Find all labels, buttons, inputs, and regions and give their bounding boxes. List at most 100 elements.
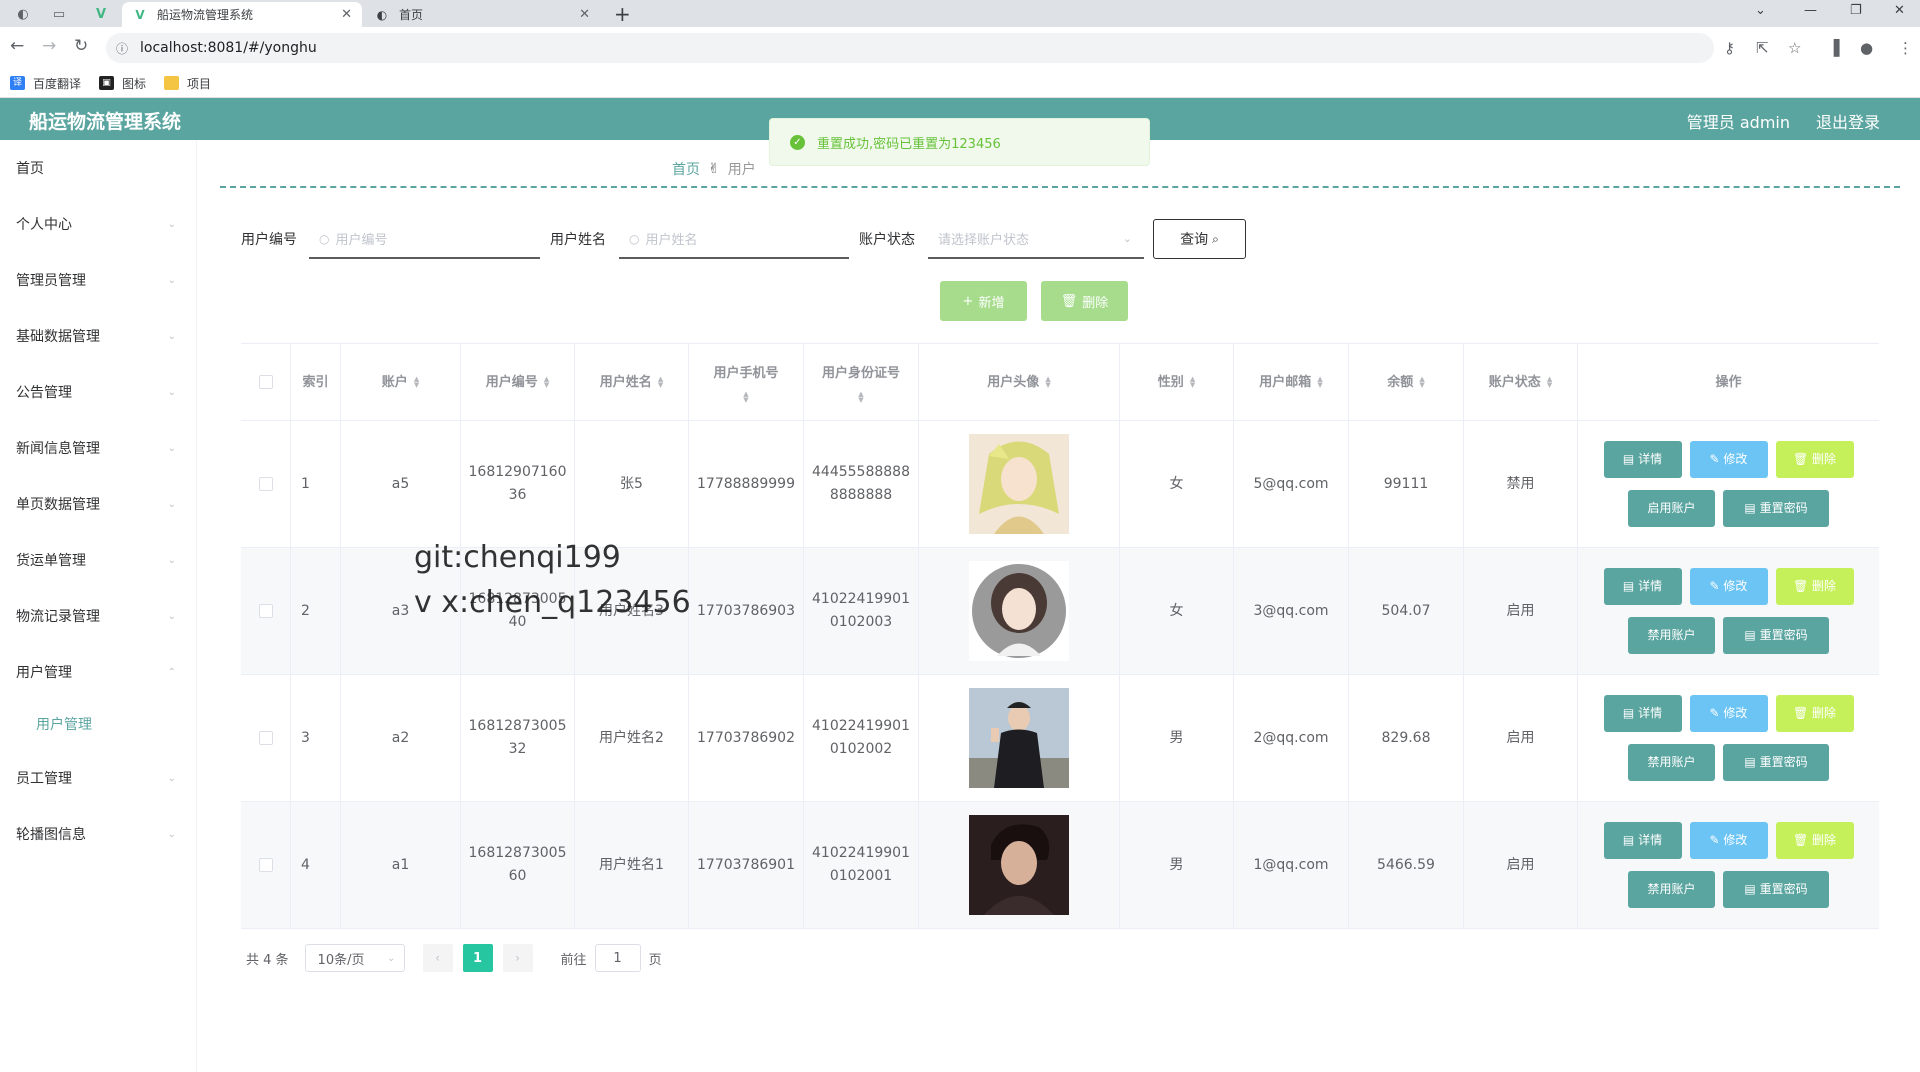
logout-link[interactable]: 退出登录 xyxy=(1816,109,1880,133)
header-user-no[interactable]: 用户编号 ▲ ▼ xyxy=(461,344,575,420)
delete-button[interactable]: 🗑 删除 xyxy=(1775,822,1854,859)
prev-page-button[interactable]: ‹ xyxy=(422,944,453,972)
sidebar-item-waybills[interactable]: 货运单管理 ⌄ xyxy=(16,550,176,570)
toggle-account-button[interactable]: 启用账户 xyxy=(1628,490,1715,527)
detail-button[interactable]: ▤ 详情 xyxy=(1603,695,1682,732)
sidebar-item-admins[interactable]: 管理员管理 ⌄ xyxy=(16,270,176,290)
row-checkbox[interactable] xyxy=(258,858,273,872)
minimize-icon[interactable]: — xyxy=(1804,3,1817,18)
reload-icon[interactable]: ↻ xyxy=(74,36,88,56)
detail-button[interactable]: ▤ 详情 xyxy=(1603,441,1682,478)
sort-icon[interactable]: ▲ ▼ xyxy=(1547,376,1552,389)
sidebar-item-home[interactable]: 首页 xyxy=(16,158,176,178)
detail-button[interactable]: ▤ 详情 xyxy=(1603,822,1682,859)
reset-password-button[interactable]: ▤ 重置密码 xyxy=(1723,871,1829,908)
reset-password-button[interactable]: ▤ 重置密码 xyxy=(1723,617,1829,654)
header-phone[interactable]: 用户手机号 ▲ ▼ xyxy=(689,344,804,420)
sidebar-item-notices[interactable]: 公告管理 ⌄ xyxy=(16,382,176,402)
back-icon[interactable]: ← xyxy=(10,36,24,56)
sort-icon[interactable]: ▲ ▼ xyxy=(743,390,748,403)
user-no-input[interactable]: ○ 用户编号 xyxy=(309,220,540,259)
delete-button[interactable]: 🗑 删除 xyxy=(1775,441,1854,478)
edit-button[interactable]: ✎ 修改 xyxy=(1689,568,1768,605)
header-status[interactable]: 账户状态 ▲ ▼ xyxy=(1464,344,1578,420)
page-number-current[interactable]: 1 xyxy=(462,944,493,972)
profile-icon[interactable]: ● xyxy=(1860,39,1873,57)
avatar-image[interactable] xyxy=(969,561,1069,661)
breadcrumb-home[interactable]: 首页 xyxy=(672,159,700,179)
page-size-select[interactable]: 10条/页 ⌄ xyxy=(304,944,405,972)
globe-icon[interactable]: ◐ xyxy=(8,4,38,24)
share-icon[interactable]: ⇱ xyxy=(1756,39,1769,57)
row-checkbox[interactable] xyxy=(258,731,273,745)
browser-tab-active[interactable]: V 船运物流管理系统 ✕ xyxy=(122,2,362,27)
header-gender[interactable]: 性别 ▲ ▼ xyxy=(1120,344,1234,420)
next-page-button[interactable]: › xyxy=(502,944,533,972)
sort-icon[interactable]: ▲ ▼ xyxy=(414,376,419,389)
menu-dots-icon[interactable]: ⋮ xyxy=(1898,39,1913,57)
vue-icon[interactable]: V xyxy=(86,4,116,24)
new-tab-button[interactable]: + xyxy=(614,2,631,26)
avatar-image[interactable] xyxy=(969,815,1069,915)
bookmark-item[interactable]: 项目 xyxy=(164,75,211,92)
key-icon[interactable]: ⚷ xyxy=(1724,39,1735,57)
delete-button[interactable]: 🗑 删除 xyxy=(1775,568,1854,605)
toggle-account-button[interactable]: 禁用账户 xyxy=(1628,617,1715,654)
edit-button[interactable]: ✎ 修改 xyxy=(1689,822,1768,859)
edit-button[interactable]: ✎ 修改 xyxy=(1689,695,1768,732)
sidebar-item-carousel[interactable]: 轮播图信息 ⌄ xyxy=(16,824,176,844)
sort-icon[interactable]: ▲ ▼ xyxy=(858,390,863,403)
sidebar-subitem-user-management[interactable]: 用户管理 xyxy=(36,714,92,734)
star-icon[interactable]: ☆ xyxy=(1788,39,1801,57)
user-name-input[interactable]: ○ 用户姓名 xyxy=(619,220,849,259)
reset-password-button[interactable]: ▤ 重置密码 xyxy=(1723,744,1829,781)
sidebar-item-single-page[interactable]: 单页数据管理 ⌄ xyxy=(16,494,176,514)
delete-button[interactable]: 🗑 删除 xyxy=(1775,695,1854,732)
batch-delete-button[interactable]: 🗑 删除 xyxy=(1041,281,1128,321)
avatar-image[interactable] xyxy=(969,434,1069,534)
header-account[interactable]: 账户 ▲ ▼ xyxy=(341,344,461,420)
browser-tab[interactable]: ◐ 首页 ✕ xyxy=(364,2,600,27)
detail-button[interactable]: ▤ 详情 xyxy=(1603,568,1682,605)
restore-icon[interactable]: ❐ xyxy=(1850,3,1862,18)
sort-icon[interactable]: ▲ ▼ xyxy=(1419,376,1424,389)
forward-icon[interactable]: → xyxy=(42,36,56,56)
reset-password-button[interactable]: ▤ 重置密码 xyxy=(1723,490,1829,527)
status-select[interactable]: 请选择账户状态 ⌄ xyxy=(928,220,1144,259)
bookmark-item[interactable]: 译百度翻译 xyxy=(10,75,81,92)
sidebar-item-logistics[interactable]: 物流记录管理 ⌄ xyxy=(16,606,176,626)
toggle-account-button[interactable]: 禁用账户 xyxy=(1628,744,1715,781)
bookmark-item[interactable]: ▣ 图标 xyxy=(99,75,146,92)
blank-tab-icon[interactable]: ▭ xyxy=(44,4,74,24)
close-icon[interactable]: ✕ xyxy=(341,7,352,22)
header-user-name[interactable]: 用户姓名 ▲ ▼ xyxy=(575,344,689,420)
add-button[interactable]: + 新增 xyxy=(940,281,1027,321)
sidebar-item-base-data[interactable]: 基础数据管理 ⌄ xyxy=(16,326,176,346)
goto-page-input[interactable] xyxy=(594,944,641,972)
select-all-checkbox[interactable] xyxy=(258,375,273,389)
header-id-card[interactable]: 用户身份证号 ▲ ▼ xyxy=(804,344,919,420)
sort-icon[interactable]: ▲ ▼ xyxy=(1190,376,1195,389)
sort-icon[interactable]: ▲ ▼ xyxy=(658,376,663,389)
query-button[interactable]: 查询 ⌕ xyxy=(1153,219,1246,259)
info-icon[interactable]: ⓘ xyxy=(116,40,128,57)
sort-icon[interactable]: ▲ ▼ xyxy=(544,376,549,389)
toggle-account-button[interactable]: 禁用账户 xyxy=(1628,871,1715,908)
header-avatar[interactable]: 用户头像 ▲ ▼ xyxy=(919,344,1120,420)
sidebar-item-profile[interactable]: 个人中心 ⌄ xyxy=(16,214,176,234)
sort-icon[interactable]: ▲ ▼ xyxy=(1317,376,1322,389)
url-input[interactable]: ⓘ localhost:8081/#/yonghu xyxy=(106,33,1714,63)
row-checkbox[interactable] xyxy=(258,477,273,491)
header-email[interactable]: 用户邮箱 ▲ ▼ xyxy=(1234,344,1349,420)
sidebar-item-staff[interactable]: 员工管理 ⌄ xyxy=(16,768,176,788)
sidepanel-icon[interactable]: ▐ xyxy=(1828,39,1840,57)
header-balance[interactable]: 余额 ▲ ▼ xyxy=(1349,344,1464,420)
avatar-image[interactable] xyxy=(969,688,1069,788)
edit-button[interactable]: ✎ 修改 xyxy=(1689,441,1768,478)
close-window-icon[interactable]: ✕ xyxy=(1894,3,1905,18)
sidebar-item-news[interactable]: 新闻信息管理 ⌄ xyxy=(16,438,176,458)
sort-icon[interactable]: ▲ ▼ xyxy=(1045,376,1050,389)
sidebar-item-users[interactable]: 用户管理 ⌃ xyxy=(16,662,176,682)
chevron-down-icon[interactable]: ⌄ xyxy=(1755,3,1766,18)
row-checkbox[interactable] xyxy=(258,604,273,618)
